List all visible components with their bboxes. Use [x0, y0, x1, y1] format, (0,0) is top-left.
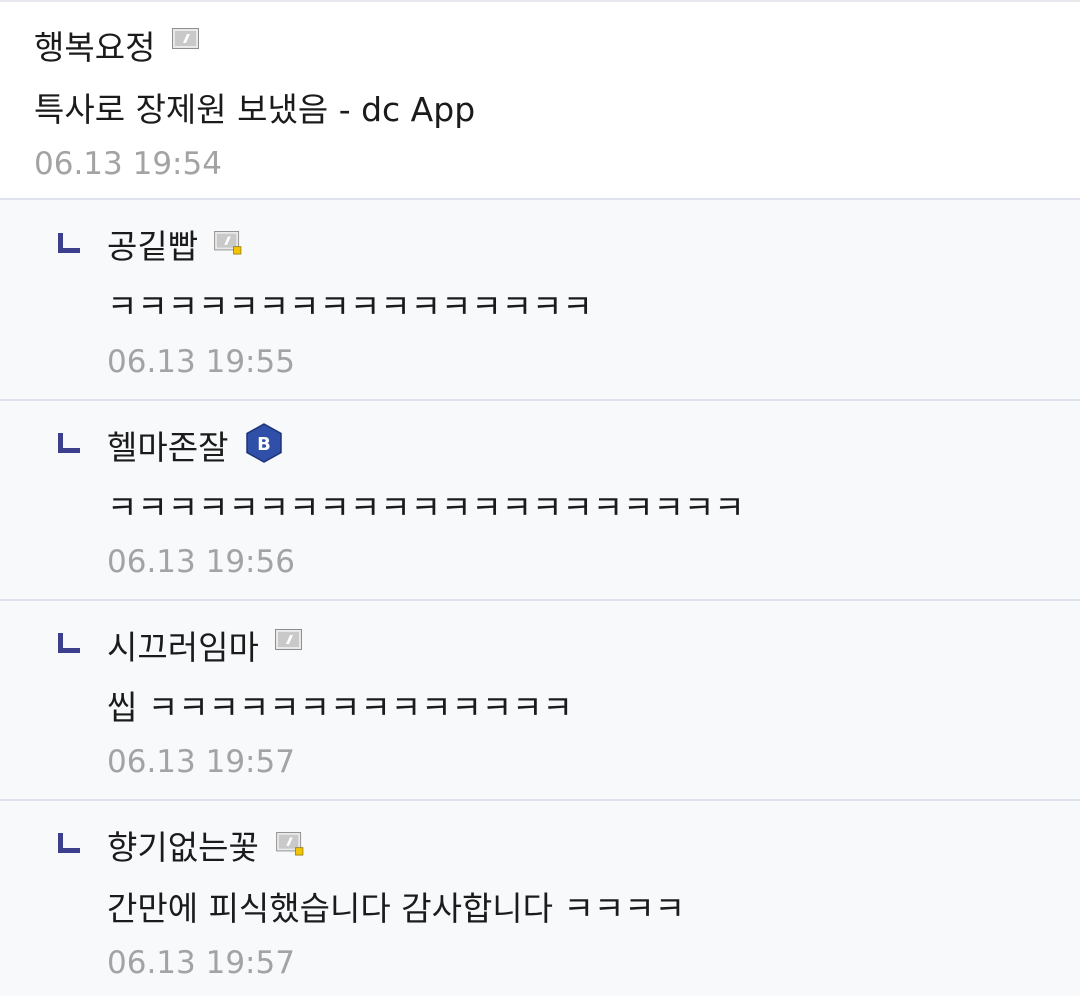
reply-arrow-icon [58, 433, 80, 453]
reply-item[interactable]: 헬마존잘 B ㅋㅋㅋㅋㅋㅋㅋㅋㅋㅋㅋㅋㅋㅋㅋㅋㅋㅋㅋㅋㅋ 06.13 19:56 [0, 401, 1080, 601]
reply-nickname[interactable]: 헬마존잘 [107, 428, 228, 468]
comment-date: 06.13 19:54 [34, 146, 222, 182]
reply-arrow-icon [58, 833, 80, 853]
fixed-nick-gray-icon [275, 629, 302, 650]
reply-item[interactable]: 향기없는꽃 간만에 피식했습니다 감사합니다 ㅋㅋㅋㅋ 06.13 19:57 [0, 801, 1080, 996]
reply-text: 간만에 피식했습니다 감사합니다 ㅋㅋㅋㅋ [107, 889, 685, 928]
reply-date: 06.13 19:55 [107, 344, 295, 380]
fixed-nick-gray-yellow-dot-icon [276, 832, 304, 856]
comment-nickname[interactable]: 행복요정 [34, 28, 155, 68]
reply-text: ㅋㅋㅋㅋㅋㅋㅋㅋㅋㅋㅋㅋㅋㅋㅋㅋ [107, 287, 593, 326]
reply-nickname[interactable]: 공깉빱 [107, 227, 198, 267]
comment-list: 행복요정 특사로 장제원 보냈음 - dc App 06.13 19:54 공깉… [0, 0, 1080, 996]
reply-arrow-icon [58, 633, 80, 653]
reply-item[interactable]: 공깉빱 ㅋㅋㅋㅋㅋㅋㅋㅋㅋㅋㅋㅋㅋㅋㅋㅋ 06.13 19:55 [0, 200, 1080, 401]
reply-text: ㅋㅋㅋㅋㅋㅋㅋㅋㅋㅋㅋㅋㅋㅋㅋㅋㅋㅋㅋㅋㅋ [107, 488, 745, 527]
fixed-nick-gray-icon [172, 28, 199, 49]
reply-arrow-icon [58, 233, 80, 253]
reply-nickname[interactable]: 향기없는꽃 [107, 828, 259, 868]
reply-text: 씹 ㅋㅋㅋㅋㅋㅋㅋㅋㅋㅋㅋㅋㅋㅋ [107, 688, 573, 727]
fixed-nick-gray-yellow-dot-icon [214, 231, 242, 255]
comment-text: 특사로 장제원 보냈음 - dc App [34, 90, 476, 129]
reply-date: 06.13 19:56 [107, 544, 295, 580]
badge-letter: B [257, 434, 271, 455]
comment-item[interactable]: 행복요정 특사로 장제원 보냈음 - dc App 06.13 19:54 [0, 2, 1080, 200]
reply-date: 06.13 19:57 [107, 744, 295, 780]
reply-date: 06.13 19:57 [107, 945, 295, 981]
blue-hex-b-icon: B [246, 423, 282, 463]
reply-item[interactable]: 시끄러임마 씹 ㅋㅋㅋㅋㅋㅋㅋㅋㅋㅋㅋㅋㅋㅋ 06.13 19:57 [0, 601, 1080, 801]
reply-nickname[interactable]: 시끄러임마 [107, 628, 259, 668]
